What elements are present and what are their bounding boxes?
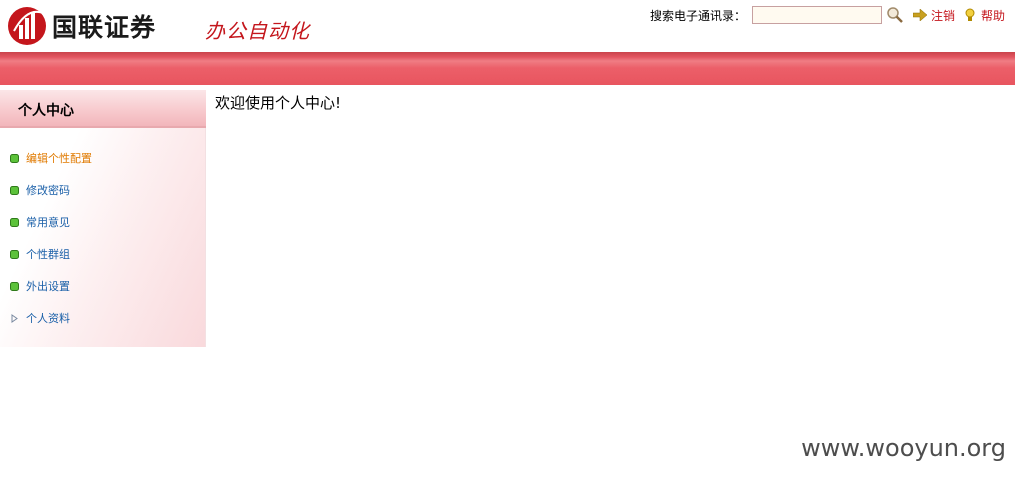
logo-mark-icon xyxy=(8,7,46,45)
help-bulb-icon xyxy=(963,8,977,22)
sidebar-title: 个人中心 xyxy=(18,103,74,119)
help-label: 帮助 xyxy=(980,8,1005,23)
sidebar-item-label: 个性群组 xyxy=(26,248,70,261)
green-square-bullet-icon xyxy=(10,281,19,291)
sidebar-header: 个人中心 xyxy=(0,90,206,128)
sidebar-item-label: 修改密码 xyxy=(26,184,70,197)
search-input[interactable] xyxy=(751,6,882,24)
green-square-bullet-icon xyxy=(10,217,19,227)
watermark: www.wooyun.org xyxy=(801,434,1006,462)
logout-link[interactable]: 注销 xyxy=(912,7,955,24)
header: 国联证券 办公自动化 搜索电子通讯录： 注销 帮助 xyxy=(0,0,1015,52)
arrow-right-icon xyxy=(912,8,927,22)
sidebar-item-away-settings[interactable]: 外出设置 xyxy=(0,270,206,302)
sidebar: 个人中心 编辑个性配置 修改密码 常用意见 个性群组 外出设置 个人资料 xyxy=(0,90,206,347)
triangle-right-icon xyxy=(11,313,18,323)
sidebar-item-label: 个人资料 xyxy=(26,312,70,325)
search-label: 搜索电子通讯录： xyxy=(649,8,746,23)
app-title: 办公自动化 xyxy=(205,19,310,43)
green-square-bullet-icon xyxy=(10,185,19,195)
sidebar-item-edit-profile-settings[interactable]: 编辑个性配置 xyxy=(0,142,206,174)
sidebar-item-label: 外出设置 xyxy=(26,280,70,293)
sidebar-item-common-opinions[interactable]: 常用意见 xyxy=(0,206,206,238)
sidebar-item-label: 常用意见 xyxy=(26,216,70,229)
help-link[interactable]: 帮助 xyxy=(963,7,1005,24)
company-logo: 国联证券 xyxy=(6,4,156,48)
sidebar-item-personal-groups[interactable]: 个性群组 xyxy=(0,238,206,270)
sidebar-item-personal-info[interactable]: 个人资料 xyxy=(0,302,206,334)
header-band xyxy=(0,52,1015,85)
green-square-bullet-icon xyxy=(10,153,19,163)
welcome-message: 欢迎使用个人中心! xyxy=(215,94,342,112)
search-icon[interactable] xyxy=(885,5,905,25)
logo-text: 国联证券 xyxy=(52,13,157,42)
sidebar-menu: 编辑个性配置 修改密码 常用意见 个性群组 外出设置 个人资料 xyxy=(0,142,206,334)
logout-label: 注销 xyxy=(930,8,955,23)
toolbar: 搜索电子通讯录： 注销 帮助 xyxy=(650,5,1005,25)
green-square-bullet-icon xyxy=(10,249,19,259)
sidebar-item-label: 编辑个性配置 xyxy=(26,152,92,165)
sidebar-item-change-password[interactable]: 修改密码 xyxy=(0,174,206,206)
